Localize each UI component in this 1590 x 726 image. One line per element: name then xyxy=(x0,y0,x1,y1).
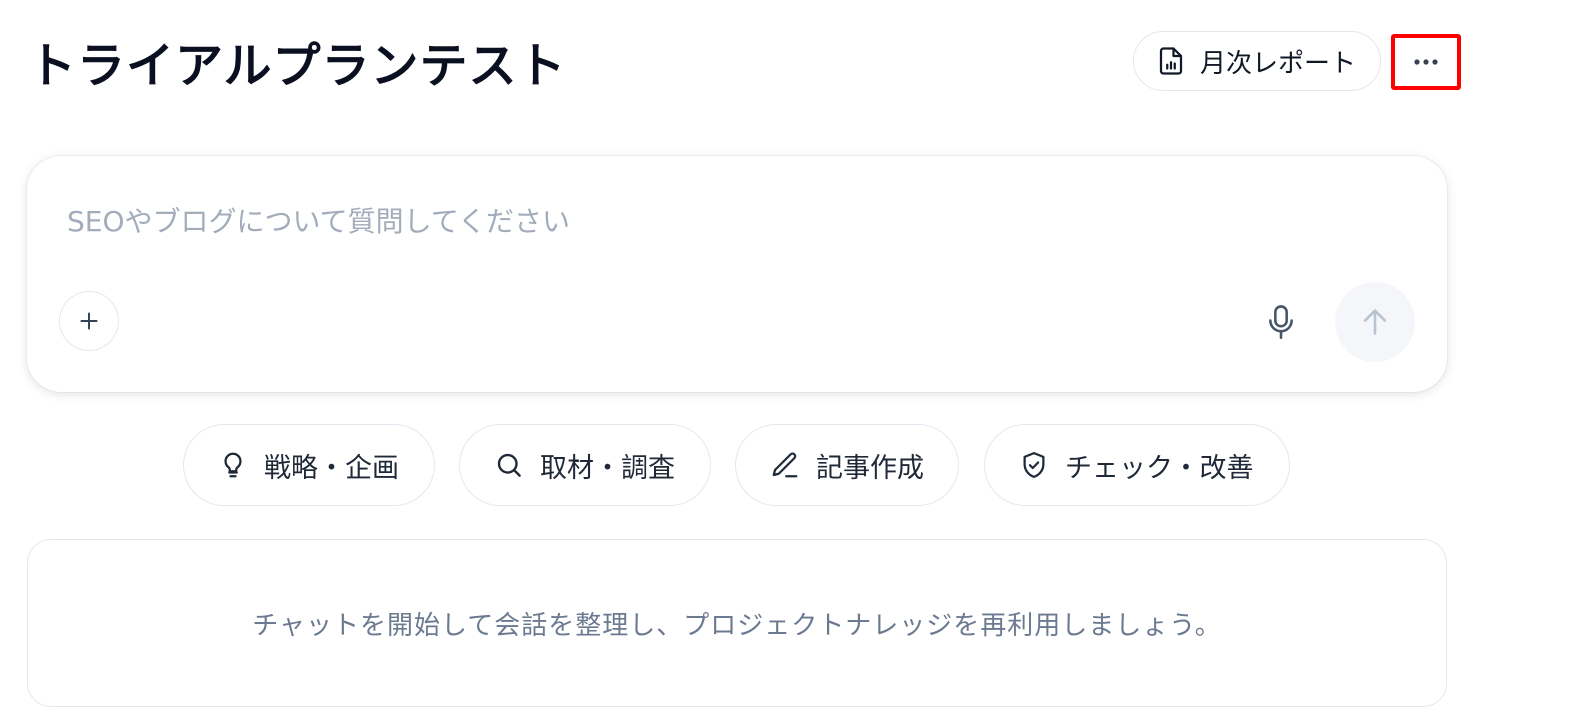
add-attachment-button[interactable] xyxy=(59,291,119,351)
search-icon xyxy=(494,450,524,480)
monthly-report-button[interactable]: 月次レポート xyxy=(1133,31,1381,91)
suggestion-label: 取材・調査 xyxy=(540,452,675,484)
suggestion-label: 戦略・企画 xyxy=(264,452,399,484)
suggestion-label: 記事作成 xyxy=(816,452,924,484)
suggestion-check-improve[interactable]: チェック・改善 xyxy=(984,424,1290,506)
suggestion-label: チェック・改善 xyxy=(1065,452,1254,484)
arrow-up-icon xyxy=(1358,305,1392,339)
chat-history-empty-state: チャットを開始して会話を整理し、プロジェクトナレッジを再利用しましょう。 xyxy=(27,539,1447,707)
send-button[interactable] xyxy=(1335,282,1415,362)
shield-check-icon xyxy=(1019,450,1049,480)
pencil-icon xyxy=(770,450,800,480)
monthly-report-label: 月次レポート xyxy=(1200,48,1357,79)
microphone-icon xyxy=(1264,303,1298,341)
chat-composer[interactable]: SEOやブログについて質問してください xyxy=(27,156,1447,392)
plus-icon xyxy=(76,308,102,334)
empty-state-message: チャットを開始して会話を整理し、プロジェクトナレッジを再利用しましょう。 xyxy=(252,610,1222,641)
more-horizontal-icon xyxy=(1411,57,1441,67)
suggestion-interview-research[interactable]: 取材・調査 xyxy=(459,424,711,506)
voice-input-button[interactable] xyxy=(1255,296,1307,348)
page-title: トライアルプランテスト xyxy=(28,38,567,94)
file-chart-icon xyxy=(1156,46,1186,76)
lightbulb-icon xyxy=(218,450,248,480)
project-page: トライアルプランテスト 月次レポート SEOやブログについて質問してください 戦… xyxy=(0,0,1590,726)
suggestion-strategy-planning[interactable]: 戦略・企画 xyxy=(183,424,435,506)
chat-input-placeholder[interactable]: SEOやブログについて質問してください xyxy=(67,200,570,240)
suggestion-article-writing[interactable]: 記事作成 xyxy=(735,424,959,506)
more-options-button[interactable] xyxy=(1391,34,1461,90)
